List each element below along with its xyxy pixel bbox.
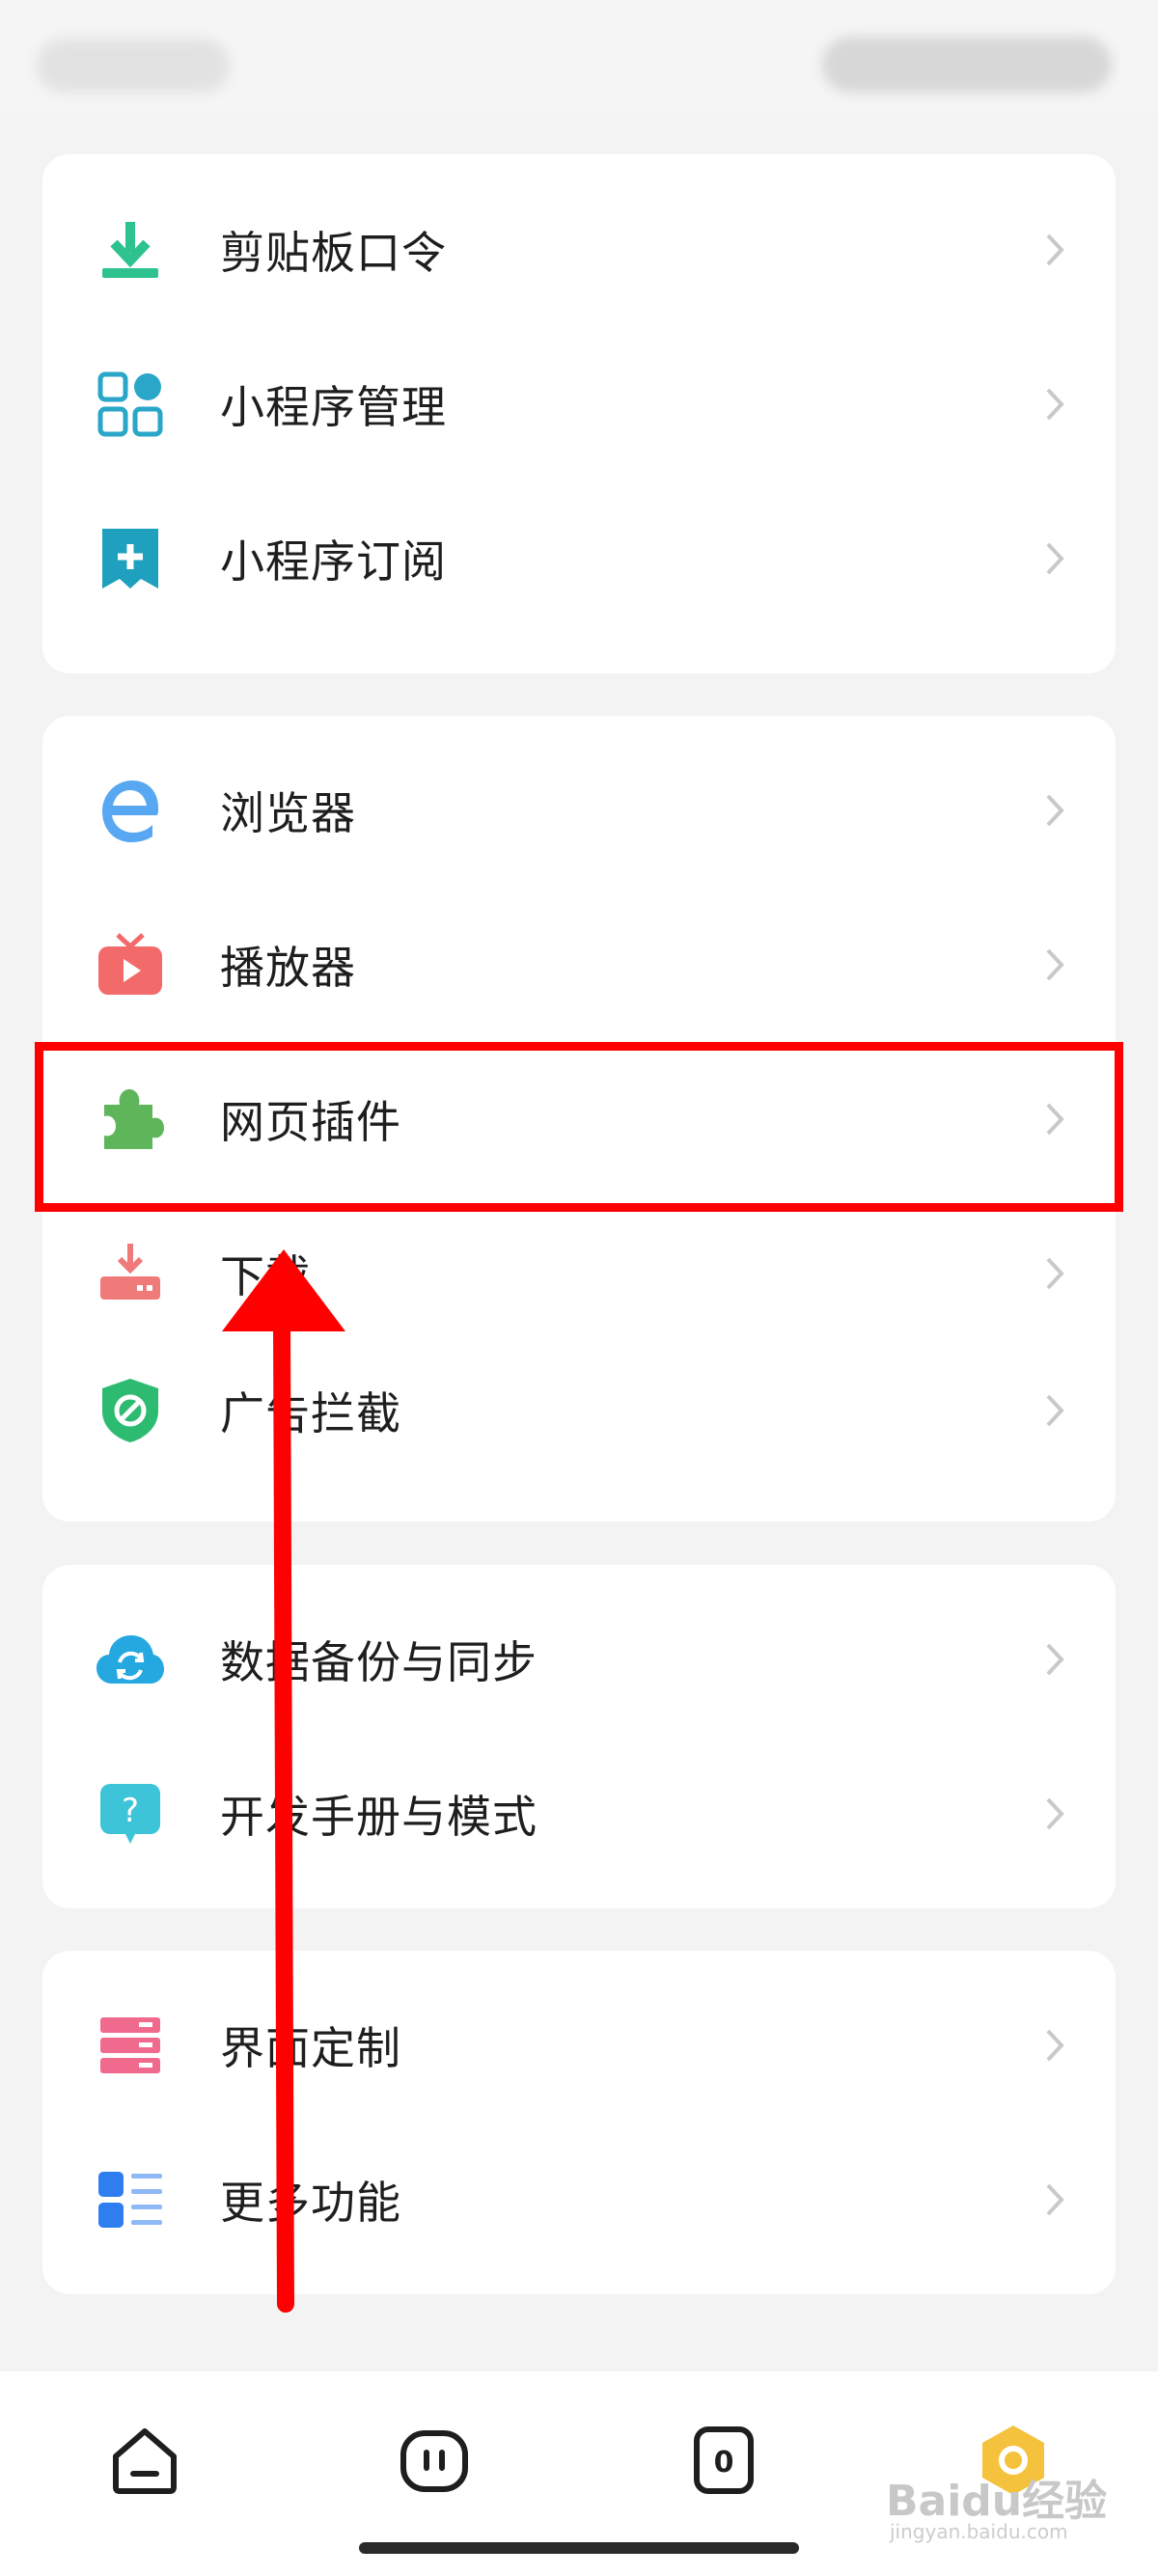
grid-apps-icon — [96, 370, 164, 438]
menu-item-download[interactable]: 下载 — [42, 1196, 1116, 1351]
home-indicator[interactable] — [359, 2542, 799, 2554]
chevron-right-icon — [1040, 945, 1069, 984]
menu-item-dev-manual[interactable]: ? 开发手册与模式 — [42, 1737, 1116, 1891]
menu-item-label: 剪贴板口令 — [220, 227, 447, 279]
bookmark-plus-icon — [96, 525, 164, 592]
blurred-title — [37, 39, 230, 93]
chevron-right-icon — [1040, 1391, 1069, 1430]
tab-count: 0 — [714, 2446, 734, 2480]
menu-item-miniprogram-subscribe[interactable]: 小程序订阅 — [42, 481, 1116, 636]
menu-item-more-features[interactable]: 更多功能 — [42, 2123, 1116, 2277]
shield-block-icon — [96, 1377, 164, 1444]
menu-item-label: 下载 — [220, 1250, 311, 1302]
chevron-right-icon — [1040, 791, 1069, 830]
menu-item-label: 小程序管理 — [220, 381, 447, 433]
cloud-sync-icon — [96, 1626, 164, 1693]
menu-item-miniprogram-manage[interactable]: 小程序管理 — [42, 327, 1116, 481]
menu-item-label: 界面定制 — [220, 2022, 401, 2074]
menu-item-browser[interactable]: 浏览器 — [42, 733, 1116, 888]
menu-item-label: 更多功能 — [220, 2177, 401, 2229]
watermark: Baidu经验 — [886, 2477, 1108, 2526]
chevron-right-icon — [1040, 385, 1069, 424]
chevron-right-icon — [1040, 1254, 1069, 1293]
chevron-right-icon — [1040, 2180, 1069, 2219]
more-list-icon — [96, 2166, 164, 2233]
chevron-right-icon — [1040, 539, 1069, 578]
menu-item-ad-block[interactable]: 广告拦截 — [42, 1333, 1116, 1488]
home-icon[interactable] — [106, 2422, 183, 2499]
settings-group-1: 剪贴板口令 小程序管理 小程序订阅 — [42, 154, 1116, 673]
watermark-sub: jingyan.baidu.com — [890, 2520, 1068, 2543]
help-bubble-icon: ? — [96, 1780, 164, 1848]
chevron-right-icon — [1040, 1795, 1069, 1833]
highlight-box — [35, 1042, 1123, 1212]
menu-item-label: 播放器 — [220, 942, 356, 994]
status-bar — [0, 0, 1158, 112]
chevron-right-icon — [1040, 2026, 1069, 2065]
svg-text:?: ? — [122, 1792, 139, 1830]
menu-item-data-backup[interactable]: 数据备份与同步 — [42, 1582, 1116, 1737]
tab-count-icon[interactable]: 0 — [685, 2422, 762, 2499]
clipboard-download-icon — [96, 216, 164, 284]
download-tray-icon — [96, 1240, 164, 1307]
tv-play-icon — [96, 931, 164, 999]
chevron-right-icon — [1040, 1640, 1069, 1679]
menu-item-label: 广告拦截 — [220, 1387, 401, 1439]
browser-e-icon — [96, 777, 164, 844]
blurred-status — [822, 37, 1112, 93]
menu-item-player[interactable]: 播放器 — [42, 888, 1116, 1042]
menu-item-label: 数据备份与同步 — [220, 1636, 538, 1688]
settings-group-4: 界面定制 更多功能 — [42, 1951, 1116, 2294]
menu-item-clipboard[interactable]: 剪贴板口令 — [42, 173, 1116, 327]
menu-item-label: 小程序订阅 — [220, 535, 447, 588]
pause-face-icon[interactable] — [396, 2422, 473, 2499]
chevron-right-icon — [1040, 231, 1069, 269]
menu-item-label: 开发手册与模式 — [220, 1791, 538, 1843]
menu-item-label: 浏览器 — [220, 787, 356, 839]
settings-group-3: 数据备份与同步 ? 开发手册与模式 — [42, 1565, 1116, 1908]
layout-custom-icon — [96, 2012, 164, 2079]
menu-item-ui-custom[interactable]: 界面定制 — [42, 1968, 1116, 2123]
